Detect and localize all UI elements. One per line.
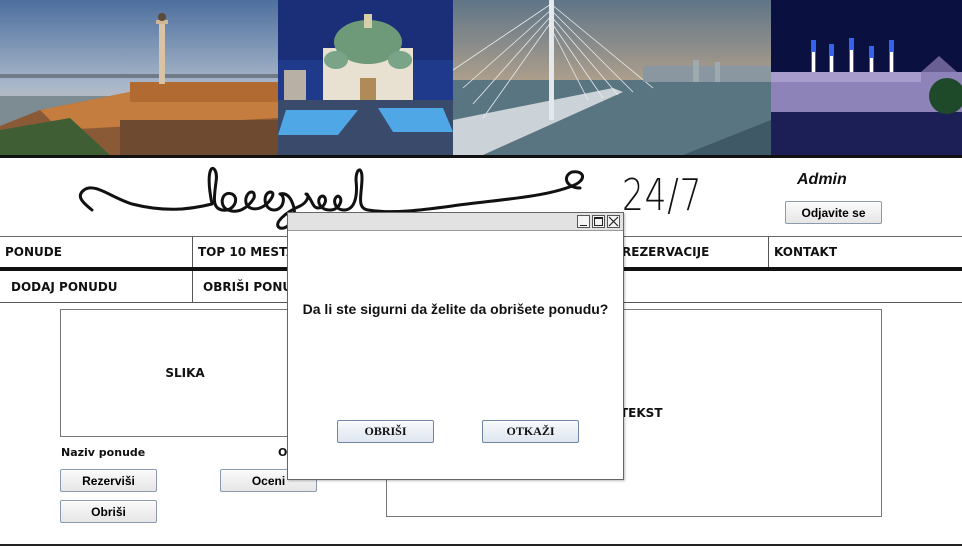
cancel-delete-button[interactable]: OTKAŽI bbox=[482, 420, 579, 443]
ada-bridge-photo bbox=[453, 0, 771, 155]
subnav-add-offer[interactable]: DODAJ PONUDU bbox=[0, 271, 193, 302]
nav-item-reservations[interactable]: REZERVACIJE bbox=[617, 237, 769, 267]
offer-text-label: TEKST bbox=[620, 406, 663, 420]
delete-offer-button[interactable]: Obriši bbox=[60, 500, 157, 523]
minimize-icon[interactable] bbox=[577, 215, 590, 228]
reserve-button[interactable]: Rezerviši bbox=[60, 469, 157, 492]
fortress-victor-monument-photo bbox=[0, 0, 278, 155]
admin-role-label: Admin bbox=[797, 171, 847, 188]
offer-name-label: Naziv ponude bbox=[61, 446, 146, 459]
offer-image-label: SLIKA bbox=[165, 366, 205, 380]
offer-image-placeholder: SLIKA bbox=[60, 309, 310, 437]
close-icon[interactable] bbox=[607, 215, 620, 228]
dialog-titlebar[interactable] bbox=[288, 213, 623, 231]
delete-confirm-dialog: Da li ste sigurni da želite da obrišete … bbox=[287, 212, 624, 480]
logout-button[interactable]: Odjavite se bbox=[785, 201, 882, 224]
saint-sava-temple-photo bbox=[278, 0, 453, 155]
maximize-icon[interactable] bbox=[592, 215, 605, 228]
nav-item-contact[interactable]: KONTAKT bbox=[769, 237, 962, 267]
photo-banner bbox=[0, 0, 962, 155]
nav-item-offers[interactable]: PONUDE bbox=[0, 237, 193, 267]
confirm-delete-button[interactable]: OBRIŠI bbox=[337, 420, 434, 443]
dialog-question: Da li ste sigurni da želite da obrišete … bbox=[302, 301, 609, 317]
logo-247-suffix: 24/7 bbox=[622, 170, 703, 221]
fortress-fireworks-photo bbox=[771, 0, 962, 155]
